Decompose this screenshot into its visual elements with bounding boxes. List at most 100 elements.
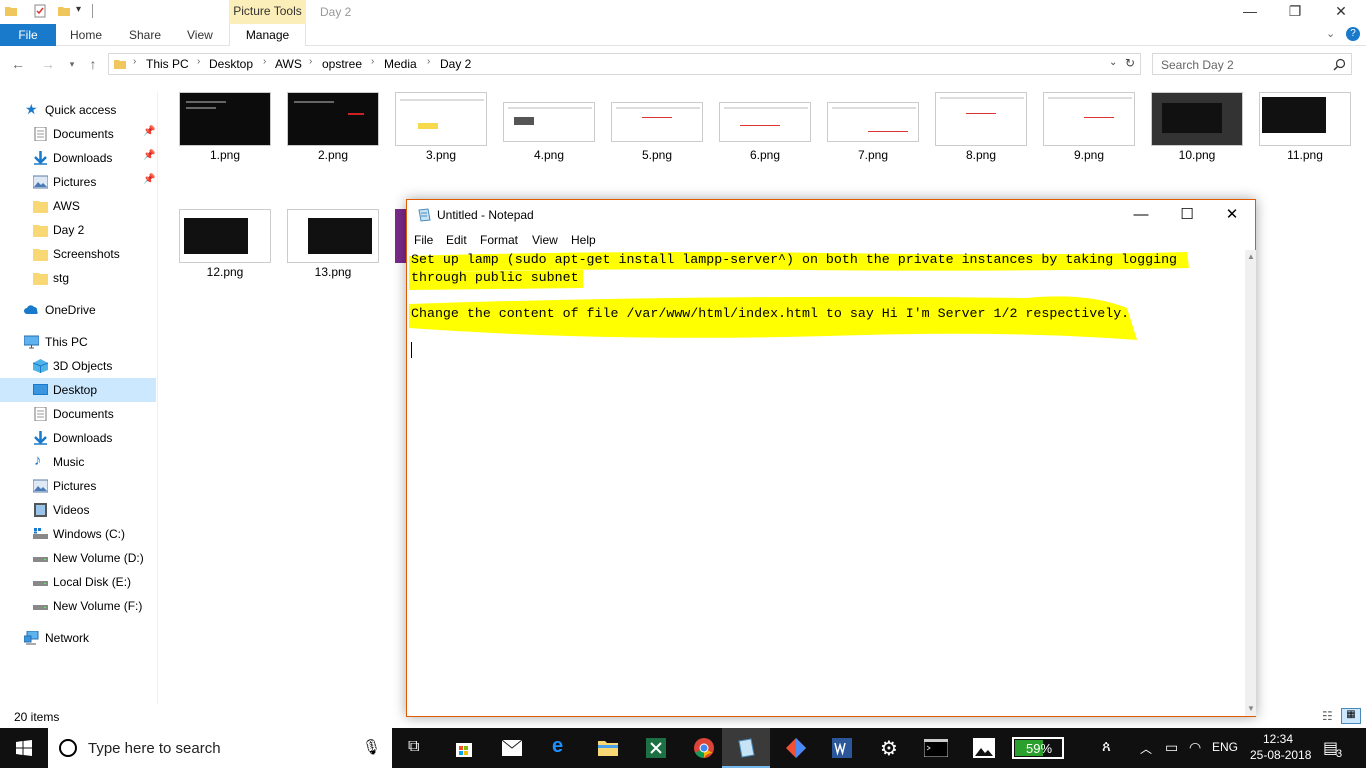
nav-onedrive[interactable]: OneDrive	[0, 298, 156, 322]
breadcrumb-separator[interactable]: ›	[371, 56, 374, 67]
address-history-icon[interactable]: ⌄	[1109, 57, 1117, 68]
photos-button[interactable]	[960, 728, 1008, 768]
file-name[interactable]: 3.png	[391, 148, 491, 162]
store-button[interactable]	[440, 728, 488, 768]
back-button[interactable]: ←	[8, 54, 28, 74]
notepad-title-bar[interactable]: Untitled - Notepad — ☐ ✕	[407, 200, 1255, 230]
nav-item-aws[interactable]: AWS	[0, 194, 156, 218]
menu-help[interactable]: Help	[571, 233, 596, 247]
scroll-up-icon[interactable]: ▲	[1247, 252, 1255, 261]
nav-quick-access[interactable]: ★ Quick access	[0, 98, 156, 122]
file-thumbnail[interactable]	[1259, 92, 1351, 146]
microphone-icon[interactable]: 🎙	[362, 738, 381, 756]
nav-item-documents[interactable]: Documents 📌	[0, 122, 156, 146]
breadcrumb-opstree[interactable]: opstree	[322, 57, 362, 71]
settings-button[interactable]: ⚙	[866, 728, 914, 768]
file-thumbnail[interactable]	[827, 102, 919, 142]
notepad-maximize-button[interactable]: ☐	[1164, 200, 1210, 230]
tab-view[interactable]: View	[187, 24, 213, 46]
help-icon[interactable]: ?	[1346, 27, 1360, 41]
customize-qat-icon[interactable]: ▾	[76, 4, 81, 15]
battery-indicator[interactable]: 59%	[1012, 737, 1064, 759]
notepad-scrollbar[interactable]: ▲ ▼	[1245, 250, 1256, 716]
breadcrumb-separator[interactable]: ›	[427, 56, 430, 67]
mail-button[interactable]	[488, 728, 536, 768]
nav-item-pictures-pc[interactable]: Pictures	[0, 474, 156, 498]
file-thumbnail[interactable]	[179, 209, 271, 263]
file-name[interactable]: 8.png	[931, 148, 1031, 162]
tab-file[interactable]: File	[0, 24, 56, 46]
notepad-minimize-button[interactable]: —	[1118, 200, 1164, 230]
breadcrumb-this-pc[interactable]: This PC	[146, 57, 189, 71]
file-name[interactable]: 1.png	[175, 148, 275, 162]
refresh-icon[interactable]: ↻	[1125, 56, 1135, 70]
expand-ribbon-icon[interactable]: ⌄	[1326, 27, 1335, 40]
file-thumbnail[interactable]	[179, 92, 271, 146]
large-icons-view-icon[interactable]: ▦	[1341, 708, 1361, 724]
nav-item-windows-c[interactable]: Windows (C:)	[0, 522, 156, 546]
nav-item-day-2[interactable]: Day 2	[0, 218, 156, 242]
notepad-close-button[interactable]: ✕	[1209, 200, 1255, 230]
edge-button[interactable]: e	[536, 728, 584, 768]
nav-item-music[interactable]: ♪ Music	[0, 450, 156, 474]
nav-item-screenshots[interactable]: Screenshots	[0, 242, 156, 266]
minimize-button[interactable]: —	[1227, 0, 1273, 24]
file-name[interactable]: 12.png	[175, 265, 275, 279]
breadcrumb-media[interactable]: Media	[384, 57, 417, 71]
nav-item-pictures[interactable]: Pictures 📌	[0, 170, 156, 194]
nav-item-volume-d[interactable]: New Volume (D:)	[0, 546, 156, 570]
file-name[interactable]: 5.png	[607, 148, 707, 162]
chrome-button[interactable]	[680, 728, 728, 768]
file-explorer-button[interactable]	[584, 728, 632, 768]
file-thumbnail[interactable]	[1043, 92, 1135, 146]
task-view-button[interactable]: ⧉	[392, 728, 440, 768]
forward-button[interactable]: →	[38, 54, 58, 74]
nav-item-volume-f[interactable]: New Volume (F:)	[0, 594, 156, 618]
file-name[interactable]: 13.png	[283, 265, 383, 279]
restore-button[interactable]: ❐	[1272, 0, 1318, 24]
nav-item-downloads[interactable]: Downloads 📌	[0, 146, 156, 170]
file-thumbnail[interactable]	[503, 102, 595, 142]
details-view-icon[interactable]: ☷	[1322, 709, 1333, 723]
search-icon[interactable]	[1333, 58, 1346, 71]
breadcrumb-aws[interactable]: AWS	[275, 57, 302, 71]
file-thumbnail[interactable]	[287, 92, 379, 146]
breadcrumb-separator[interactable]: ›	[197, 56, 200, 67]
menu-format[interactable]: Format	[480, 233, 518, 247]
breadcrumb-separator[interactable]: ›	[133, 56, 136, 67]
tab-share[interactable]: Share	[129, 24, 161, 46]
file-name[interactable]: 10.png	[1147, 148, 1247, 162]
recent-locations-button[interactable]: ▾	[62, 54, 82, 74]
menu-file[interactable]: File	[414, 233, 433, 247]
file-name[interactable]: 7.png	[823, 148, 923, 162]
nav-item-local-disk-e[interactable]: Local Disk (E:)	[0, 570, 156, 594]
folder-icon[interactable]	[4, 4, 18, 18]
file-thumbnail[interactable]	[719, 102, 811, 142]
properties-icon[interactable]	[33, 4, 47, 18]
menu-view[interactable]: View	[532, 233, 558, 247]
nav-item-3d-objects[interactable]: 3D Objects	[0, 354, 156, 378]
notepad-text-area[interactable]: Set up lamp (sudo apt-get install lampp-…	[407, 250, 1245, 716]
git-button[interactable]	[772, 728, 820, 768]
new-folder-icon[interactable]	[57, 4, 71, 18]
file-name[interactable]: 6.png	[715, 148, 815, 162]
notepad-taskbar-button[interactable]	[722, 728, 770, 768]
nav-item-desktop[interactable]: Desktop	[0, 378, 156, 402]
menu-edit[interactable]: Edit	[446, 233, 467, 247]
breadcrumb-day-2[interactable]: Day 2	[440, 57, 471, 71]
word-button[interactable]	[818, 728, 866, 768]
file-thumbnail[interactable]	[1151, 92, 1243, 146]
people-icon[interactable]: ጰ	[1102, 738, 1111, 755]
file-thumbnail[interactable]	[935, 92, 1027, 146]
file-name[interactable]: 9.png	[1039, 148, 1139, 162]
file-name[interactable]: 2.png	[283, 148, 383, 162]
nav-item-documents-pc[interactable]: Documents	[0, 402, 156, 426]
tab-home[interactable]: Home	[70, 24, 102, 46]
file-thumbnail[interactable]	[395, 92, 487, 146]
nav-item-downloads-pc[interactable]: Downloads	[0, 426, 156, 450]
nav-item-stg[interactable]: stg	[0, 266, 156, 290]
nav-this-pc[interactable]: This PC	[0, 330, 156, 354]
file-name[interactable]: 4.png	[499, 148, 599, 162]
nav-network[interactable]: Network	[0, 626, 156, 650]
start-button[interactable]	[0, 728, 48, 768]
